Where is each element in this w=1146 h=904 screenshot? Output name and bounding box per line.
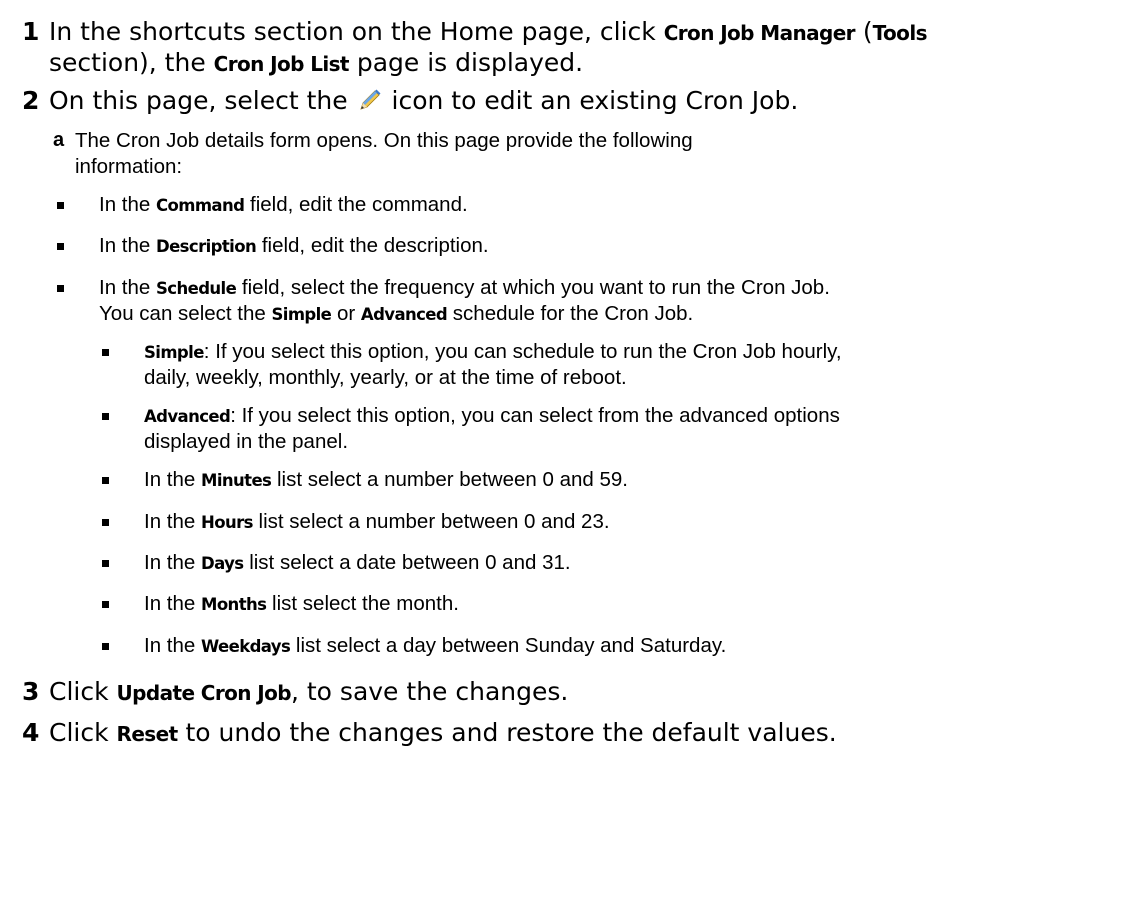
text: list select a number between 0 and 23. [252, 510, 610, 533]
bullet-weekdays: In the Weekdays list select a day betwee… [144, 634, 726, 658]
text: In the [144, 592, 201, 615]
bullet-marker [102, 349, 109, 356]
bullet-months: In the Months list select the month. [144, 592, 459, 616]
ui-command: Command [156, 196, 245, 215]
text: list select a date between 0 and 31. [243, 551, 571, 574]
ui-hours: Hours [201, 513, 253, 532]
text: You can select the [99, 302, 272, 325]
bullet-marker [57, 202, 64, 209]
text: Click [49, 677, 117, 706]
substep-a-letter: a [53, 129, 65, 151]
step-3-number: 3 [22, 677, 40, 706]
bullet-marker [102, 413, 109, 420]
step-1-line-2: section), the Cron Job List page is disp… [49, 48, 583, 77]
ui-tools: Tools [872, 21, 928, 45]
ui-update-cron-job: Update Cron Job [116, 681, 292, 705]
text: : If you select this option, you can sch… [203, 340, 842, 363]
substep-a-line-1: The Cron Job details form opens. On this… [75, 129, 693, 152]
ui-simple: Simple [271, 305, 332, 324]
step-1-text: In the shortcuts section on the Home pag… [49, 17, 664, 46]
bullet-marker [102, 560, 109, 567]
text: In the [144, 551, 201, 574]
bullet-simple-line-2: daily, weekly, monthly, yearly, or at th… [144, 366, 627, 389]
text: Click [49, 718, 117, 747]
text: schedule for the Cron Job. [447, 302, 694, 325]
step-4-line: Click Reset to undo the changes and rest… [49, 718, 837, 747]
text: In the [99, 193, 156, 216]
text: In the [144, 468, 201, 491]
bullet-command: In the Command field, edit the command. [99, 193, 468, 217]
step-1-number: 1 [22, 17, 40, 46]
text: list select a number between 0 and 59. [271, 468, 628, 491]
bullet-description: In the Description field, edit the descr… [99, 234, 489, 258]
text: or [331, 302, 361, 325]
bullet-minutes: In the Minutes list select a number betw… [144, 468, 628, 492]
bullet-hours: In the Hours list select a number betwee… [144, 510, 610, 534]
bullet-advanced-line-1: Advanced: If you select this option, you… [144, 404, 840, 428]
ui-schedule: Schedule [156, 279, 237, 298]
step-1-paren: ( [854, 17, 873, 46]
bullet-marker [57, 243, 64, 250]
ui-days: Days [201, 554, 244, 573]
step-4-number: 4 [22, 718, 40, 747]
ui-months: Months [201, 595, 267, 614]
step-1-text-3: page is displayed. [348, 48, 584, 77]
bullet-schedule-line-1: In the Schedule field, select the freque… [99, 276, 830, 300]
text: list select the month. [266, 592, 459, 615]
substep-a-line-2: information: [75, 155, 183, 178]
step-2-text: On this page, select the [49, 86, 356, 115]
ui-advanced: Advanced [360, 305, 448, 324]
bullet-simple-line-1: Simple: If you select this option, you c… [144, 340, 842, 364]
bullet-marker [102, 519, 109, 526]
text: field, select the frequency at which you… [236, 276, 830, 299]
step-2-text-2: icon to edit an existing Cron Job. [383, 86, 799, 115]
text: : If you select this option, you can sel… [230, 404, 840, 427]
bullet-marker [102, 601, 109, 608]
bullet-days: In the Days list select a date between 0… [144, 551, 571, 575]
step-2-line: On this page, select the icon to edit an… [49, 86, 798, 118]
text: In the [144, 510, 201, 533]
text: In the [99, 234, 156, 257]
bullet-schedule-line-2: You can select the Simple or Advanced sc… [99, 302, 693, 326]
step-1-text-2: section), the [49, 48, 214, 77]
ui-minutes: Minutes [201, 471, 272, 490]
text: In the [144, 634, 201, 657]
bullet-marker [57, 285, 64, 292]
text: , to save the changes. [290, 677, 569, 706]
ui-advanced: Advanced [144, 407, 231, 426]
text: field, edit the command. [244, 193, 468, 216]
pencil-edit-icon [358, 88, 382, 118]
ui-description: Description [156, 237, 257, 256]
text: In the [99, 276, 156, 299]
bullet-marker [102, 643, 109, 650]
step-2-number: 2 [22, 86, 40, 115]
step-3-line: Click Update Cron Job, to save the chang… [49, 677, 568, 706]
ui-simple: Simple [144, 343, 204, 362]
bullet-advanced-line-2: displayed in the panel. [144, 430, 349, 453]
text: field, edit the description. [256, 234, 489, 257]
ui-reset: Reset [116, 722, 179, 746]
text: to undo the changes and restore the defa… [177, 718, 837, 747]
step-1-line-1: In the shortcuts section on the Home pag… [49, 17, 927, 46]
ui-cron-job-manager: Cron Job Manager [663, 21, 856, 45]
ui-cron-job-list: Cron Job List [213, 52, 350, 76]
ui-weekdays: Weekdays [201, 637, 291, 656]
bullet-marker [102, 477, 109, 484]
text: list select a day between Sunday and Sat… [290, 634, 727, 657]
